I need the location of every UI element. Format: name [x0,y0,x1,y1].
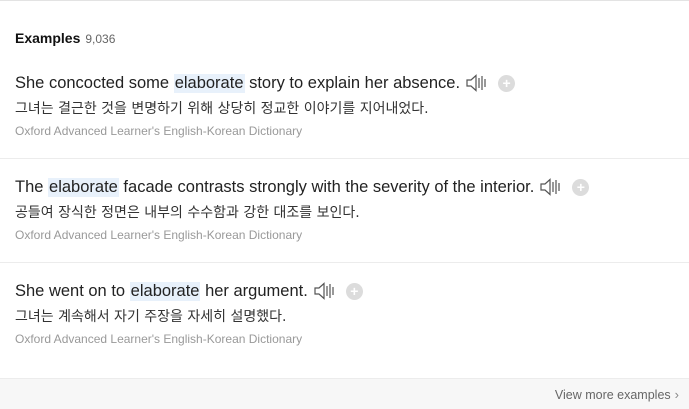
sentence-after: story to explain her absence. [244,73,461,92]
sentence-after: her argument. [200,281,308,300]
keyword-highlight[interactable]: elaborate [129,281,201,301]
korean-translation: 그녀는 계속해서 자기 주장을 자세히 설명했다. [15,309,287,325]
example-sentence: She went on to elaborate her argument. + [15,280,363,302]
examples-count: 9,036 [85,32,116,46]
korean-translation: 그녀는 결근한 것을 변명하기 위해 상당히 정교한 이야기를 지어내었다. [15,101,429,117]
divider [0,158,689,159]
speaker-icon[interactable] [313,281,337,301]
chevron-right-icon: › [674,387,679,402]
examples-header: Examples 9,036 [15,30,115,46]
divider [0,262,689,263]
keyword-highlight[interactable]: elaborate [48,177,119,197]
sentence-before: She went on to [15,281,130,300]
plus-icon[interactable]: + [572,178,590,196]
plus-icon[interactable]: + [498,74,516,92]
keyword-highlight[interactable]: elaborate [173,73,245,93]
view-more-bar: View more examples › [0,378,689,409]
top-divider [0,0,689,1]
plus-icon[interactable]: + [345,282,363,300]
section-title: Examples [15,30,81,46]
speaker-icon[interactable] [539,177,563,197]
sentence-after: facade contrasts strongly with the sever… [118,177,535,196]
example-source: Oxford Advanced Learner's English-Korean… [15,124,303,138]
example-sentence: She concocted some elaborate story to ex… [15,72,516,94]
sentence-before: The [15,177,49,196]
speaker-icon[interactable] [465,73,489,93]
view-more-label[interactable]: View more examples [555,388,671,402]
view-more-link[interactable]: View more examples › [555,387,679,402]
example-source: Oxford Advanced Learner's English-Korean… [15,228,303,242]
korean-translation: 공들여 장식한 정면은 내부의 수수함과 강한 대조를 보인다. [15,205,360,221]
example-source: Oxford Advanced Learner's English-Korean… [15,332,303,346]
example-sentence: The elaborate facade contrasts strongly … [15,176,590,198]
sentence-before: She concocted some [15,73,174,92]
